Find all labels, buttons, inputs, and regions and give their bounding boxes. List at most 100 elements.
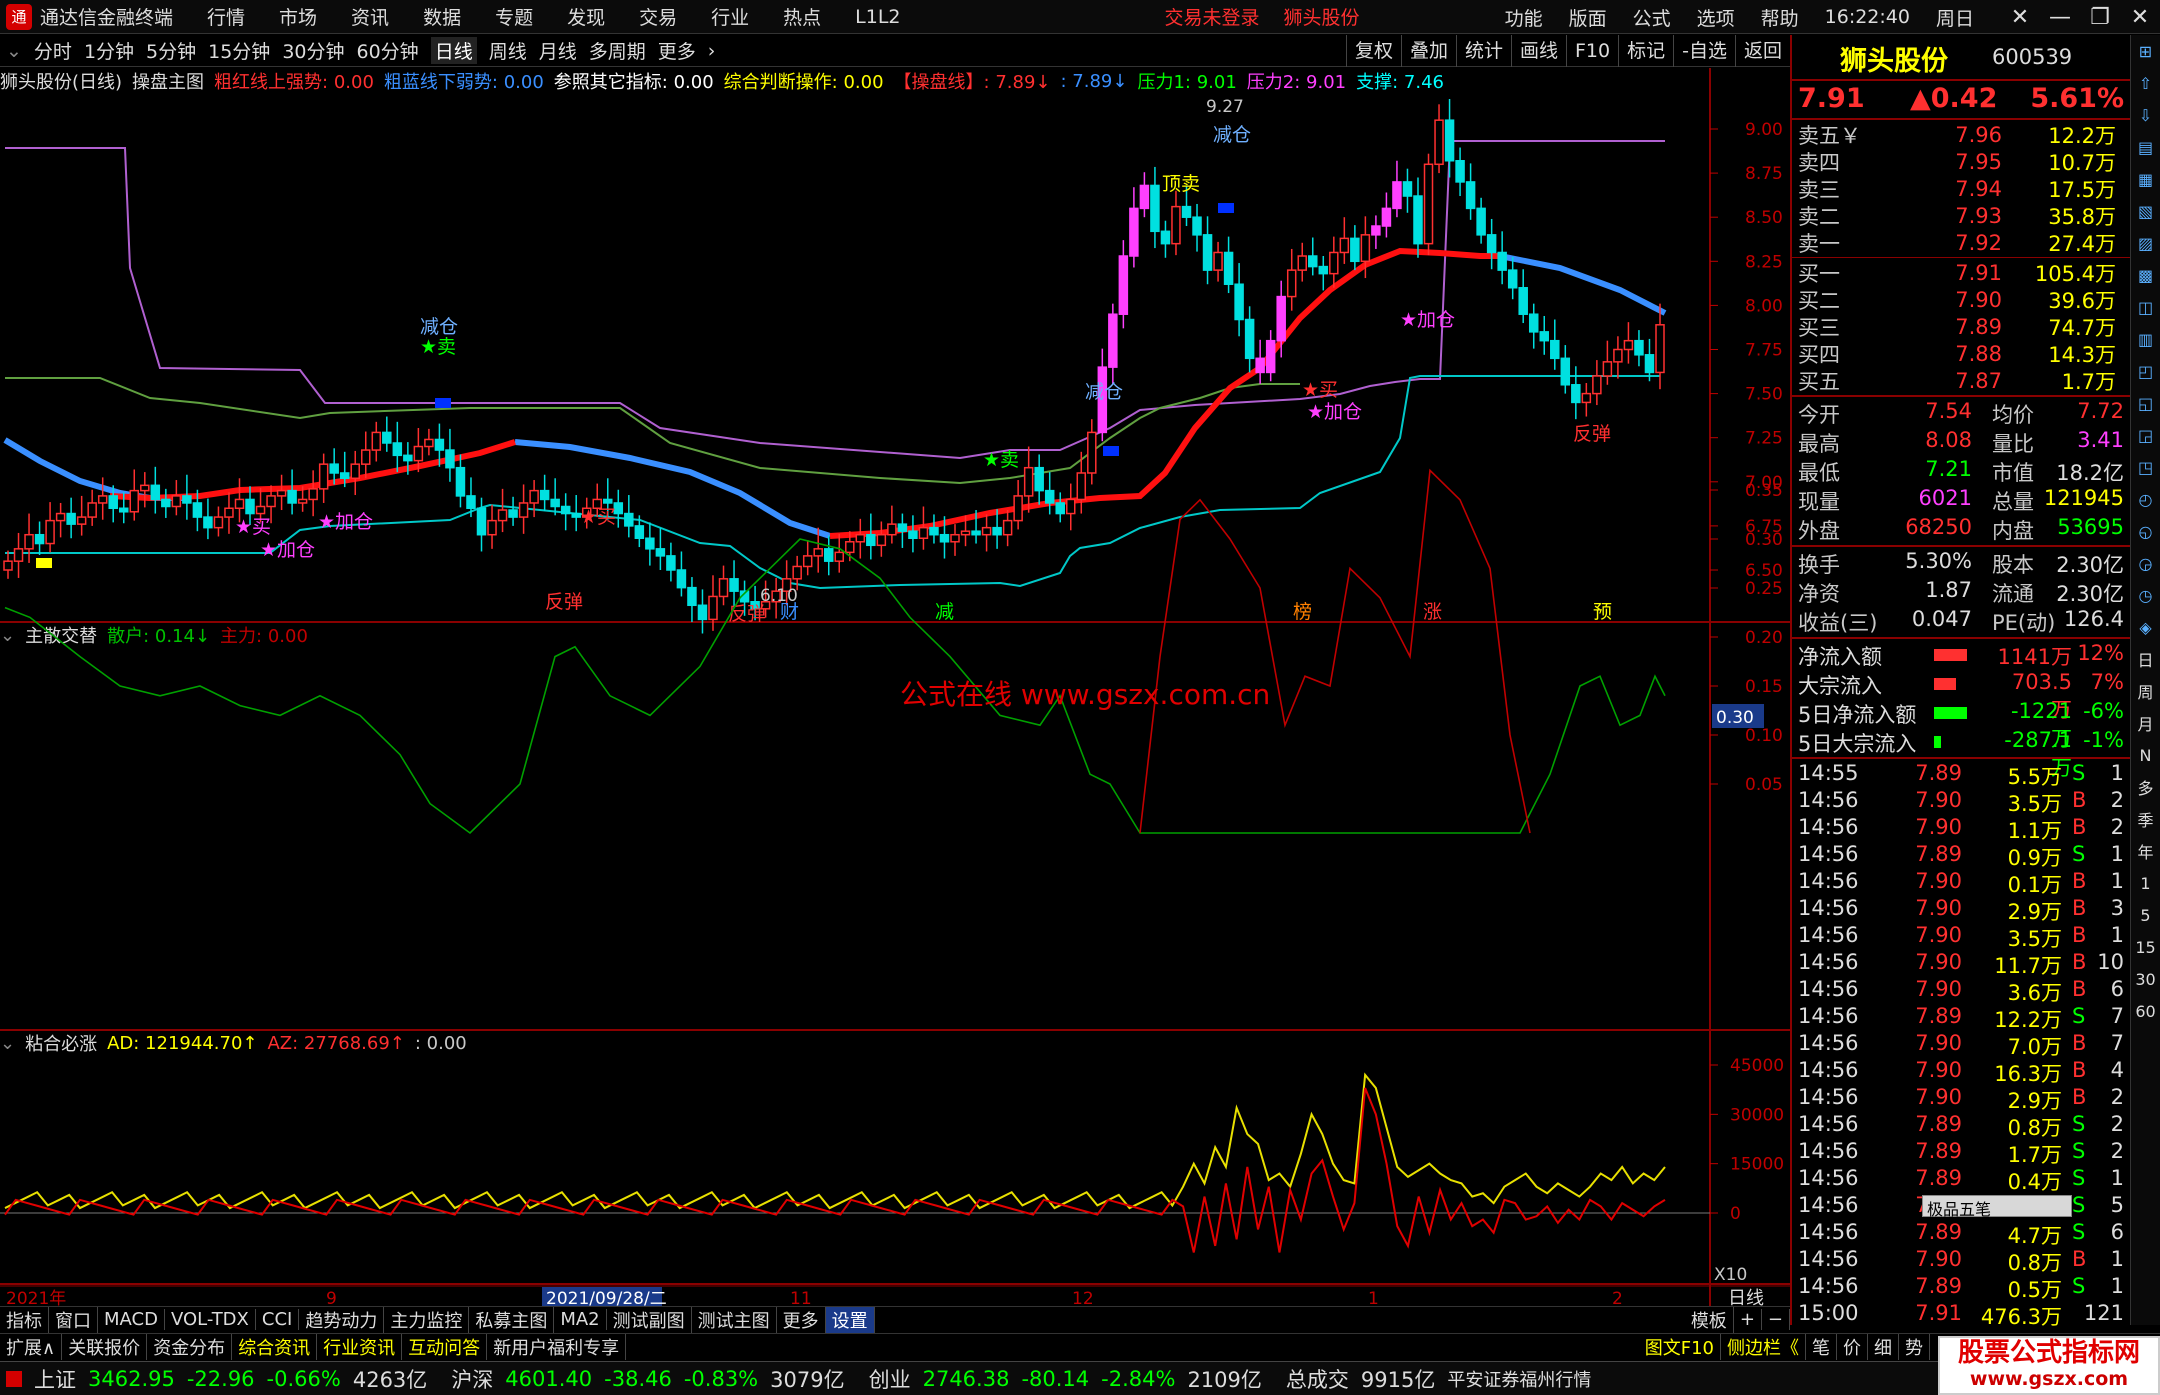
- tab-side[interactable]: 势: [1899, 1333, 1930, 1360]
- toolstrip-icon[interactable]: ▤: [2131, 131, 2160, 163]
- restore-icon[interactable]: ❐: [2080, 5, 2120, 30]
- toolstrip-icon[interactable]: ◱: [2131, 387, 2160, 419]
- bid-row[interactable]: 买五 7.87 1.7万: [1792, 367, 2122, 394]
- tab-side[interactable]: 细: [1868, 1333, 1899, 1360]
- tool-button[interactable]: -自选: [1673, 35, 1735, 67]
- menu-function[interactable]: 功能: [1505, 4, 1543, 31]
- menu-item[interactable]: 行情: [207, 3, 245, 30]
- tab-indicator[interactable]: 指标: [0, 1306, 49, 1333]
- tab-period[interactable]: 分时: [34, 37, 72, 64]
- menu-item[interactable]: 专题: [495, 3, 533, 30]
- tab-indicator[interactable]: 趋势动力: [299, 1306, 385, 1333]
- toolstrip-icon[interactable]: ⊞: [2131, 35, 2160, 67]
- close-window-icon[interactable]: ✕: [2120, 5, 2160, 30]
- ask-row[interactable]: 卖三 7.94 17.5万: [1792, 175, 2122, 202]
- period-shortcut[interactable]: 周: [2131, 675, 2160, 707]
- menu-item[interactable]: 行业: [711, 3, 749, 30]
- tab-indicator[interactable]: 更多: [777, 1306, 826, 1333]
- period-shortcut[interactable]: 5: [2131, 899, 2160, 931]
- tab-period[interactable]: 30分钟: [282, 37, 344, 64]
- tab-link[interactable]: 新用户福利专享: [487, 1333, 627, 1360]
- chart-area[interactable]: 9.008.758.508.258.007.757.507.257.006.75…: [0, 68, 1790, 1306]
- tab-link[interactable]: 行业资讯: [317, 1333, 403, 1360]
- tab-period[interactable]: 月线: [539, 37, 577, 64]
- template-button[interactable]: 模板: [1685, 1306, 1734, 1333]
- period-shortcut[interactable]: 15: [2131, 931, 2160, 963]
- menu-item[interactable]: 资讯: [351, 3, 389, 30]
- index-name[interactable]: 沪深: [451, 1364, 493, 1394]
- tab-link[interactable]: 综合资讯: [232, 1333, 318, 1360]
- tool-button[interactable]: 统计: [1455, 35, 1511, 67]
- period-shortcut[interactable]: 年: [2131, 835, 2160, 867]
- toolstrip-icon[interactable]: ◷: [2131, 579, 2160, 611]
- add-window-button[interactable]: +: [1734, 1309, 1762, 1330]
- menu-formula[interactable]: 公式: [1633, 4, 1671, 31]
- toolstrip-icon[interactable]: ▥: [2131, 323, 2160, 355]
- toolstrip-icon[interactable]: ⇧: [2131, 67, 2160, 99]
- ask-row[interactable]: 卖四 7.95 10.7万: [1792, 148, 2122, 175]
- tab-indicator[interactable]: 窗口: [49, 1306, 98, 1333]
- close-icon[interactable]: ✕: [2000, 5, 2040, 30]
- menu-options[interactable]: 选项: [1697, 4, 1735, 31]
- period-shortcut[interactable]: 日: [2131, 643, 2160, 675]
- chevron-right-icon[interactable]: ›: [708, 40, 716, 62]
- minimize-icon[interactable]: —: [2040, 5, 2080, 30]
- toolstrip-icon[interactable]: ◫: [2131, 291, 2160, 323]
- period-shortcut[interactable]: 60: [2131, 995, 2160, 1027]
- toolstrip-icon[interactable]: ◵: [2131, 515, 2160, 547]
- toolstrip-icon[interactable]: ◰: [2131, 355, 2160, 387]
- toolstrip-icon[interactable]: ▩: [2131, 259, 2160, 291]
- bid-row[interactable]: 买三 7.89 74.7万: [1792, 313, 2122, 340]
- tab-extend[interactable]: 扩展∧: [0, 1333, 63, 1360]
- tab-f10[interactable]: 图文F10: [1639, 1333, 1721, 1360]
- period-shortcut[interactable]: 多: [2131, 771, 2160, 803]
- tab-more[interactable]: 更多: [658, 37, 696, 64]
- period-shortcut[interactable]: 1: [2131, 867, 2160, 899]
- tab-indicator[interactable]: 主力监控: [384, 1306, 470, 1333]
- menu-item[interactable]: 交易: [639, 3, 677, 30]
- remove-window-button[interactable]: −: [1762, 1309, 1790, 1330]
- bid-row[interactable]: 买四 7.88 14.3万: [1792, 340, 2122, 367]
- tab-indicator[interactable]: MACD: [98, 1309, 165, 1330]
- trade-login-status[interactable]: 交易未登录: [1165, 3, 1260, 30]
- tab-indicator[interactable]: 私募主图: [469, 1306, 555, 1333]
- toolstrip-icon[interactable]: ◶: [2131, 547, 2160, 579]
- index-name[interactable]: 创业: [869, 1364, 911, 1394]
- toolstrip-icon[interactable]: ◳: [2131, 451, 2160, 483]
- toolstrip-icon[interactable]: ▧: [2131, 195, 2160, 227]
- tab-settings[interactable]: 设置: [825, 1306, 875, 1333]
- tab-indicator[interactable]: 测试主图: [692, 1306, 777, 1333]
- tab-link[interactable]: 关联报价: [62, 1333, 148, 1360]
- bid-row[interactable]: 买二 7.90 39.6万: [1792, 286, 2122, 313]
- tab-link[interactable]: 资金分布: [147, 1333, 233, 1360]
- menu-layout[interactable]: 版面: [1569, 4, 1607, 31]
- tab-period[interactable]: 周线: [489, 37, 527, 64]
- tab-side[interactable]: 笔: [1806, 1333, 1837, 1360]
- tab-indicator[interactable]: MA2: [554, 1309, 607, 1330]
- period-shortcut[interactable]: N: [2131, 739, 2160, 771]
- toolstrip-icon[interactable]: ▨: [2131, 227, 2160, 259]
- tool-button[interactable]: 复权: [1345, 35, 1401, 67]
- menu-item[interactable]: 发现: [567, 3, 605, 30]
- tool-button[interactable]: 返回: [1734, 35, 1790, 67]
- menu-help[interactable]: 帮助: [1761, 4, 1799, 31]
- tab-period[interactable]: 60分钟: [357, 37, 419, 64]
- period-shortcut[interactable]: 月: [2131, 707, 2160, 739]
- toolstrip-icon[interactable]: ◈: [2131, 611, 2160, 643]
- tab-period[interactable]: 15分钟: [208, 37, 270, 64]
- broker-name[interactable]: 平安证券福州行情: [1447, 1366, 1591, 1392]
- tool-button[interactable]: 标记: [1618, 35, 1673, 67]
- toolstrip-icon[interactable]: ◲: [2131, 419, 2160, 451]
- index-name[interactable]: 上证: [34, 1364, 76, 1394]
- period-shortcut[interactable]: 30: [2131, 963, 2160, 995]
- tab-indicator[interactable]: CCI: [256, 1309, 300, 1330]
- tab-side[interactable]: 价: [1837, 1333, 1868, 1360]
- menu-item[interactable]: 热点: [783, 3, 821, 30]
- tab-link[interactable]: 互动问答: [402, 1333, 488, 1360]
- tab-period-daily[interactable]: 日线: [430, 37, 477, 64]
- menu-item[interactable]: 市场: [279, 3, 317, 30]
- toolstrip-icon[interactable]: ◴: [2131, 483, 2160, 515]
- menu-item[interactable]: 数据: [423, 3, 461, 30]
- tab-sidebar[interactable]: 侧边栏《: [1721, 1333, 1806, 1360]
- bid-row[interactable]: 买一 7.91 105.4万: [1792, 259, 2122, 286]
